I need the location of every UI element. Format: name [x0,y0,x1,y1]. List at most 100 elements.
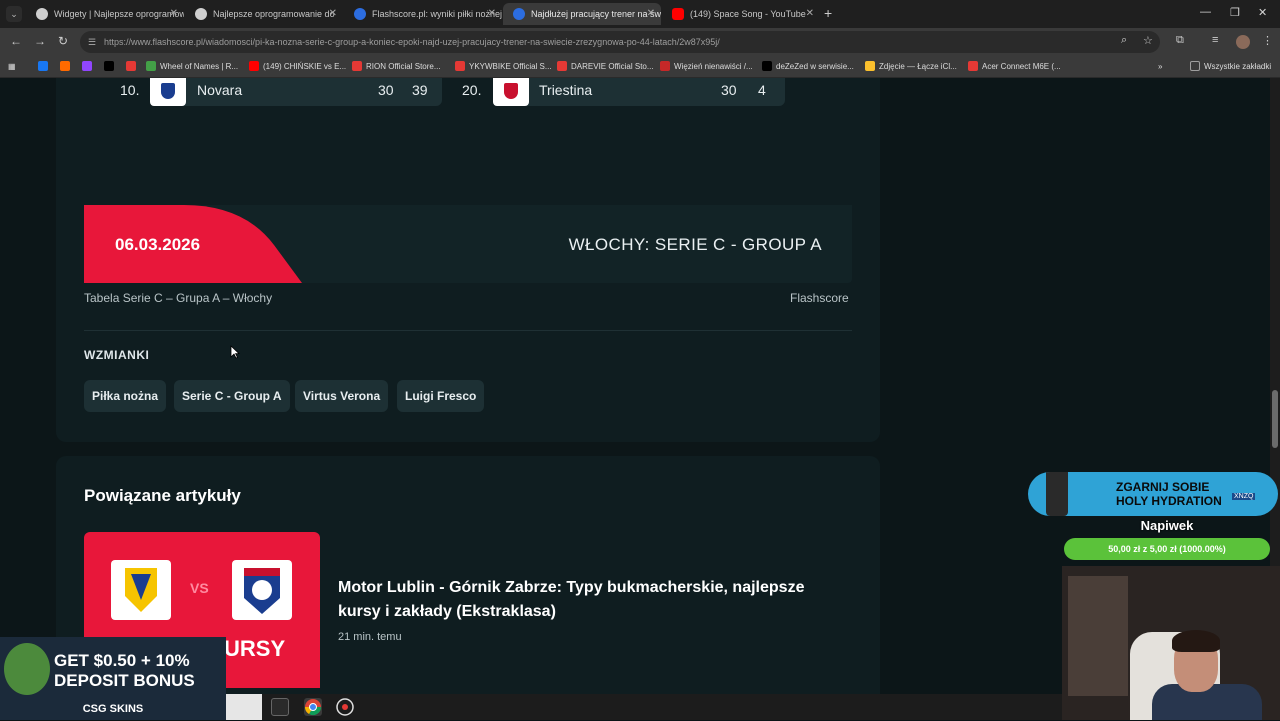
mention-tag-luigi-fresco[interactable]: Luigi Fresco [397,380,485,412]
mouse-cursor-icon [230,345,240,359]
tab-title: Widgety | Najlepsze oprogramowanie [54,9,184,19]
aliexpress-icon [352,61,362,71]
ad-brand: CSG SKINS [82,703,144,715]
tab-close-icon[interactable]: ✕ [170,3,178,25]
bookmark-orange[interactable] [60,56,74,78]
bookmark-dezezed[interactable]: deZeZed w serwisie... [762,56,854,78]
url-bar[interactable]: ☰ https://www.flashscore.pl/wiadomosci/p… [80,31,1160,53]
tab-close-icon[interactable]: ✕ [488,3,496,25]
tab-favicon-icon [36,8,48,20]
reload-button[interactable]: ↻ [58,34,68,48]
motor-lublin-crest-icon [125,568,157,612]
bookmark-wheel-of-names[interactable]: Wheel of Names | R... [146,56,238,78]
chrome-icon[interactable] [304,698,322,716]
mascot-image [4,643,50,695]
tab-favicon-icon [354,8,366,20]
tab-title: (149) Space Song - YouTube [690,9,806,19]
standing-points: 39 [412,82,428,98]
tab-close-icon[interactable]: ✕ [647,3,655,25]
team-crest [150,78,186,106]
gornik-zabrze-logo [232,560,292,620]
apps-grid-icon[interactable]: ▦ [8,56,16,78]
thumbnail-vs: VS [190,580,209,596]
image-caption: Tabela Serie C – Grupa A – Włochy [84,291,273,305]
bookmark-label: Wheel of Names | R... [160,62,239,71]
scrollbar-thumb[interactable] [1272,390,1278,448]
bookmark-rion[interactable]: RION Official Store... [352,56,441,78]
more-bookmarks-icon[interactable]: » [1158,56,1162,78]
thumbnail-label: URSY [224,636,286,661]
bookmark-label: Więzień nienawiści /... [674,62,753,71]
image-credit: Flashscore [790,291,849,305]
standing-played: 30 [721,82,737,98]
gornik-zabrze-crest-icon [244,568,280,614]
all-bookmarks-folder[interactable]: Wszystkie zakładki [1190,56,1271,78]
tab-title: Flashscore.pl: wyniki piłki nożnej [372,9,502,19]
zoom-icon[interactable]: ⌕ [1121,34,1127,47]
new-tab-button[interactable]: + [824,5,832,21]
bookmark-acer[interactable]: Acer Connect M6E (... [968,56,1061,78]
profile-avatar[interactable] [1236,35,1250,49]
tab-widgety[interactable]: Widgety | Najlepsze oprogramowanie ✕ [26,3,184,25]
browser-menu-icon[interactable]: ⋮ [1262,34,1273,47]
bookmark-icloud[interactable]: Zdjęcie — Łącze iCl... [865,56,957,78]
bookmark-icon [660,61,670,71]
tab-close-icon[interactable]: ✕ [806,3,814,25]
tab-flashscore-wyniki[interactable]: Flashscore.pl: wyniki piłki nożnej ✕ [344,3,502,25]
tab-search-icon[interactable]: ⌄ [6,6,22,22]
tip-progress-bar: 50,00 zł z 5,00 zł (1000.00%) [1064,538,1270,560]
related-article-title[interactable]: Motor Lublin - Górnik Zabrze: Typy bukma… [338,576,838,624]
youtube-icon [249,61,259,71]
tab-favicon-icon [513,8,525,20]
back-button[interactable]: ← [10,34,22,48]
site-info-icon[interactable]: ☰ [88,37,98,47]
bookmark-facebook[interactable] [38,56,52,78]
taskbar-app-white[interactable] [226,694,262,720]
aliexpress-icon [557,61,567,71]
bookmark-darevie[interactable]: DAREVIE Official Sto... [557,56,654,78]
terminal-icon[interactable] [271,698,289,716]
standing-team-name: Triestina [539,82,593,98]
obs-icon[interactable] [336,698,354,716]
standing-team-box [493,78,785,106]
address-bar-row: ← → ↻ ☰ https://www.flashscore.pl/wiadom… [0,28,1280,56]
bookmark-star-icon[interactable]: ☆ [1143,34,1153,47]
mention-tag-virtus-verona[interactable]: Virtus Verona [295,380,389,412]
bookmark-youtube-chinskie[interactable]: (149) CHIŃSKIE vs E... [249,56,346,78]
bookmark-label: Wszystkie zakładki [1204,62,1272,71]
tip-promo-line2: HOLY HYDRATION [1116,494,1222,508]
minimize-button[interactable]: — [1200,6,1211,18]
standing-team-name: Novara [197,82,243,98]
mentions-heading: WZMIANKI [84,348,150,362]
restore-button[interactable]: ❐ [1230,6,1240,19]
x-icon [104,61,114,71]
standing-points: 4 [758,82,766,98]
forward-button[interactable]: → [34,34,46,48]
bookmark-x[interactable] [104,56,118,78]
ad-headline: GET $0.50 + 10% [54,651,190,670]
banner-league: WŁOCHY: SERIE C - GROUP A [568,235,822,254]
tab-youtube[interactable]: (149) Space Song - YouTube ✕ [662,3,820,25]
bookmark-twitch[interactable] [82,56,96,78]
extensions-icon[interactable]: ⧉ [1176,34,1184,47]
mention-tag-serie-c[interactable]: Serie C - Group A [174,380,290,412]
bookmarks-bar: ▦ Wheel of Names | R... (149) CHIŃSKIE v… [0,56,1280,78]
bookmark-red[interactable] [126,56,140,78]
novara-crest-icon [161,83,175,99]
bookmark-wiezien[interactable]: Więzień nienawiści /... [660,56,753,78]
browser-tab-strip: ⌄ Widgety | Najlepsze oprogramowanie ✕ N… [0,0,1280,28]
close-window-button[interactable]: ✕ [1258,6,1267,19]
bookmark-ykywbike[interactable]: YKYWBIKE Official S... [455,56,552,78]
tab-close-icon[interactable]: ✕ [329,3,337,25]
tip-progress-text: 50,00 zł z 5,00 zł (1000.00%) [1108,544,1226,554]
tab-oprogramowanie[interactable]: Najlepsze oprogramowanie do ✕ [185,3,343,25]
motor-lublin-logo [111,560,171,620]
related-article-time: 21 min. temu [338,631,402,643]
bookmark-icon [60,61,70,71]
standing-played: 30 [378,82,394,98]
tip-promo-banner: ZGARNIJ SOBIE HOLY HYDRATION XNZQ [1028,472,1278,516]
media-control-icon[interactable]: ≡ [1212,34,1218,46]
tab-active-article[interactable]: Najdłużej pracujący trener na św ✕ [503,3,661,25]
bookmark-label: deZeZed w serwisie... [776,62,854,71]
mention-tag-pilka-nozna[interactable]: Piłka nożna [84,380,167,412]
